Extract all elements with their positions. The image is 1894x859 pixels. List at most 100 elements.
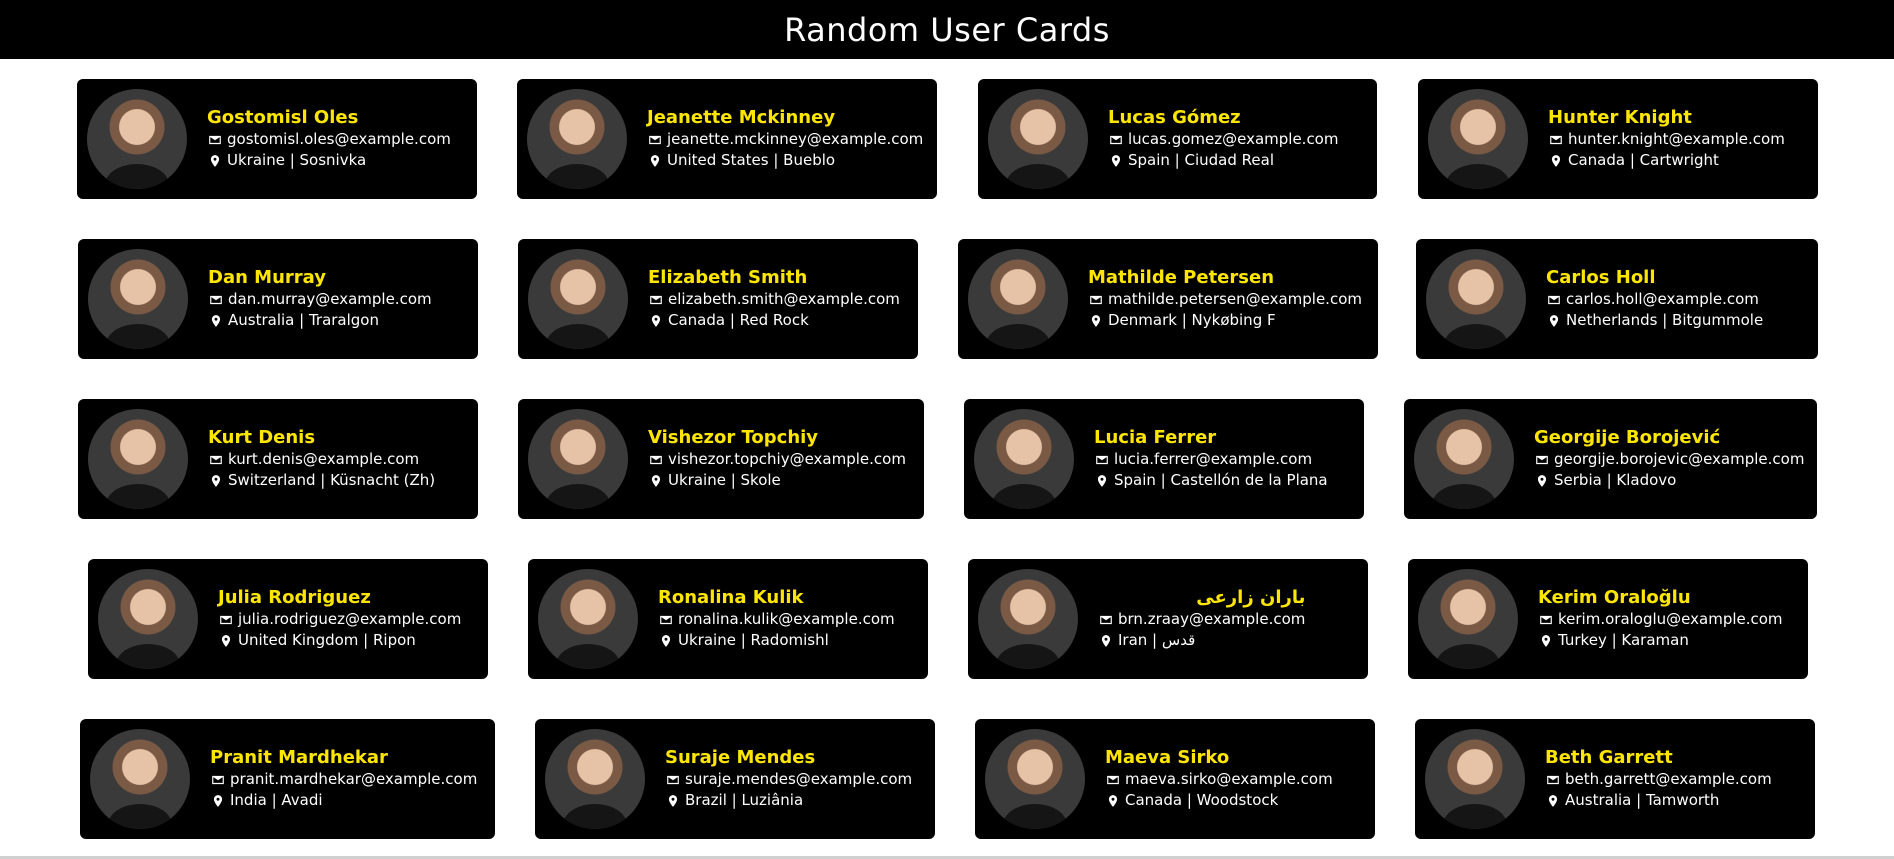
user-email: lucia.ferrer@example.com: [1114, 450, 1313, 468]
user-email-row: hunter.knight@example.com: [1548, 129, 1785, 150]
user-email-row: suraje.mendes@example.com: [665, 769, 912, 790]
user-email: kurt.denis@example.com: [228, 450, 420, 468]
user-email: lucas.gomez@example.com: [1128, 130, 1339, 148]
avatar: [98, 569, 198, 669]
user-location: Canada | Woodstock: [1125, 791, 1279, 809]
user-email: hunter.knight@example.com: [1568, 130, 1785, 148]
envelope-icon: [1088, 292, 1104, 308]
user-email: pranit.mardhekar@example.com: [230, 770, 478, 788]
user-email-row: maeva.sirko@example.com: [1105, 769, 1333, 790]
user-location: Ukraine | Skole: [668, 471, 781, 489]
user-info: Georgije Borojević georgije.borojevic@ex…: [1534, 427, 1804, 491]
user-name: Maeva Sirko: [1105, 747, 1230, 768]
user-email: maeva.sirko@example.com: [1125, 770, 1333, 788]
user-location-row: Spain | Ciudad Real: [1108, 150, 1338, 171]
user-location-row: Canada | Woodstock: [1105, 790, 1333, 811]
user-card: Julia Rodriguez julia.rodriguez@example.…: [88, 559, 488, 679]
user-location-row: Netherlands | Bitgummole: [1546, 310, 1763, 331]
user-location-row: India | Avadi: [210, 790, 477, 811]
user-location-row: United States | Bueblo: [647, 150, 923, 171]
user-card: Pranit Mardhekar pranit.mardhekar@exampl…: [80, 719, 495, 839]
user-name: Pranit Mardhekar: [210, 747, 388, 768]
user-location: Spain | Ciudad Real: [1128, 151, 1274, 169]
user-card: Beth Garrett beth.garrett@example.com Au…: [1415, 719, 1815, 839]
user-email: suraje.mendes@example.com: [685, 770, 913, 788]
user-location: Switzerland | Küsnacht (Zh): [228, 471, 436, 489]
user-card: Jeanette Mckinney jeanette.mckinney@exam…: [517, 79, 937, 199]
user-name: Gostomisl Oles: [207, 107, 359, 128]
user-email-row: gostomisl.oles@example.com: [207, 129, 451, 150]
user-email-row: carlos.holl@example.com: [1546, 289, 1763, 310]
user-info: Pranit Mardhekar pranit.mardhekar@exampl…: [210, 747, 477, 811]
user-location: Denmark | Nykøbing F: [1108, 311, 1276, 329]
user-card: Lucas Gómez lucas.gomez@example.com Spai…: [978, 79, 1377, 199]
user-email: gostomisl.oles@example.com: [227, 130, 451, 148]
user-card: باران زارعی brn.zraay@example.com Iran |…: [968, 559, 1368, 679]
user-info: Vishezor Topchiy vishezor.topchiy@exampl…: [648, 427, 906, 491]
user-email-row: jeanette.mckinney@example.com: [647, 129, 923, 150]
location-pin-icon: [648, 313, 664, 329]
user-email-row: mathilde.petersen@example.com: [1088, 289, 1362, 310]
user-email: mathilde.petersen@example.com: [1108, 290, 1362, 308]
location-pin-icon: [210, 793, 226, 809]
page-header: Random User Cards: [0, 0, 1894, 59]
user-location: United States | Bueblo: [667, 151, 836, 169]
avatar: [88, 249, 188, 349]
avatar: [90, 729, 190, 829]
user-location: Netherlands | Bitgummole: [1566, 311, 1764, 329]
user-info: Beth Garrett beth.garrett@example.com Au…: [1545, 747, 1772, 811]
envelope-icon: [210, 772, 226, 788]
location-pin-icon: [1545, 793, 1561, 809]
user-location: Serbia | Kladovo: [1554, 471, 1677, 489]
avatar: [545, 729, 645, 829]
user-email-row: ronalina.kulik@example.com: [658, 609, 895, 630]
user-email: elizabeth.smith@example.com: [668, 290, 900, 308]
envelope-icon: [1538, 612, 1554, 628]
user-info: Lucia Ferrer lucia.ferrer@example.com Sp…: [1094, 427, 1328, 491]
avatar: [538, 569, 638, 669]
user-info: Julia Rodriguez julia.rodriguez@example.…: [218, 587, 461, 651]
user-email: jeanette.mckinney@example.com: [667, 130, 924, 148]
location-pin-icon: [1546, 313, 1562, 329]
avatar: [88, 409, 188, 509]
avatar: [1425, 729, 1525, 829]
user-name: Elizabeth Smith: [648, 267, 808, 288]
user-location-row: Switzerland | Küsnacht (Zh): [208, 470, 435, 491]
user-name: Georgije Borojević: [1534, 427, 1721, 448]
user-location-row: Serbia | Kladovo: [1534, 470, 1804, 491]
user-name: Lucia Ferrer: [1094, 427, 1217, 448]
page-title: Random User Cards: [784, 10, 1110, 49]
user-location-row: Australia | Tamworth: [1545, 790, 1772, 811]
user-email-row: lucia.ferrer@example.com: [1094, 449, 1328, 470]
user-location: Iran | قدس: [1118, 631, 1196, 649]
avatar: [528, 249, 628, 349]
envelope-icon: [1094, 452, 1110, 468]
envelope-icon: [658, 612, 674, 628]
avatar: [1428, 89, 1528, 189]
location-pin-icon: [1088, 313, 1104, 329]
user-email: vishezor.topchiy@example.com: [668, 450, 906, 468]
envelope-icon: [1534, 452, 1550, 468]
user-location: Turkey | Karaman: [1558, 631, 1689, 649]
user-location-row: Canada | Cartwright: [1548, 150, 1785, 171]
avatar: [978, 569, 1078, 669]
avatar: [1418, 569, 1518, 669]
user-location-row: Ukraine | Skole: [648, 470, 906, 491]
avatar: [974, 409, 1074, 509]
avatar: [527, 89, 627, 189]
envelope-icon: [208, 292, 224, 308]
user-info: Jeanette Mckinney jeanette.mckinney@exam…: [647, 107, 923, 171]
user-email: georgije.borojevic@example.com: [1554, 450, 1805, 468]
user-name: Carlos Holl: [1546, 267, 1656, 288]
user-card-grid: Gostomisl Oles gostomisl.oles@example.co…: [0, 59, 1894, 859]
user-email-row: georgije.borojevic@example.com: [1534, 449, 1804, 470]
user-location: Australia | Traralgon: [228, 311, 379, 329]
envelope-icon: [648, 452, 664, 468]
user-email-row: julia.rodriguez@example.com: [218, 609, 461, 630]
location-pin-icon: [1538, 633, 1554, 649]
user-email-row: beth.garrett@example.com: [1545, 769, 1772, 790]
location-pin-icon: [665, 793, 681, 809]
location-pin-icon: [658, 633, 674, 649]
location-pin-icon: [1534, 473, 1550, 489]
user-info: Elizabeth Smith elizabeth.smith@example.…: [648, 267, 900, 331]
